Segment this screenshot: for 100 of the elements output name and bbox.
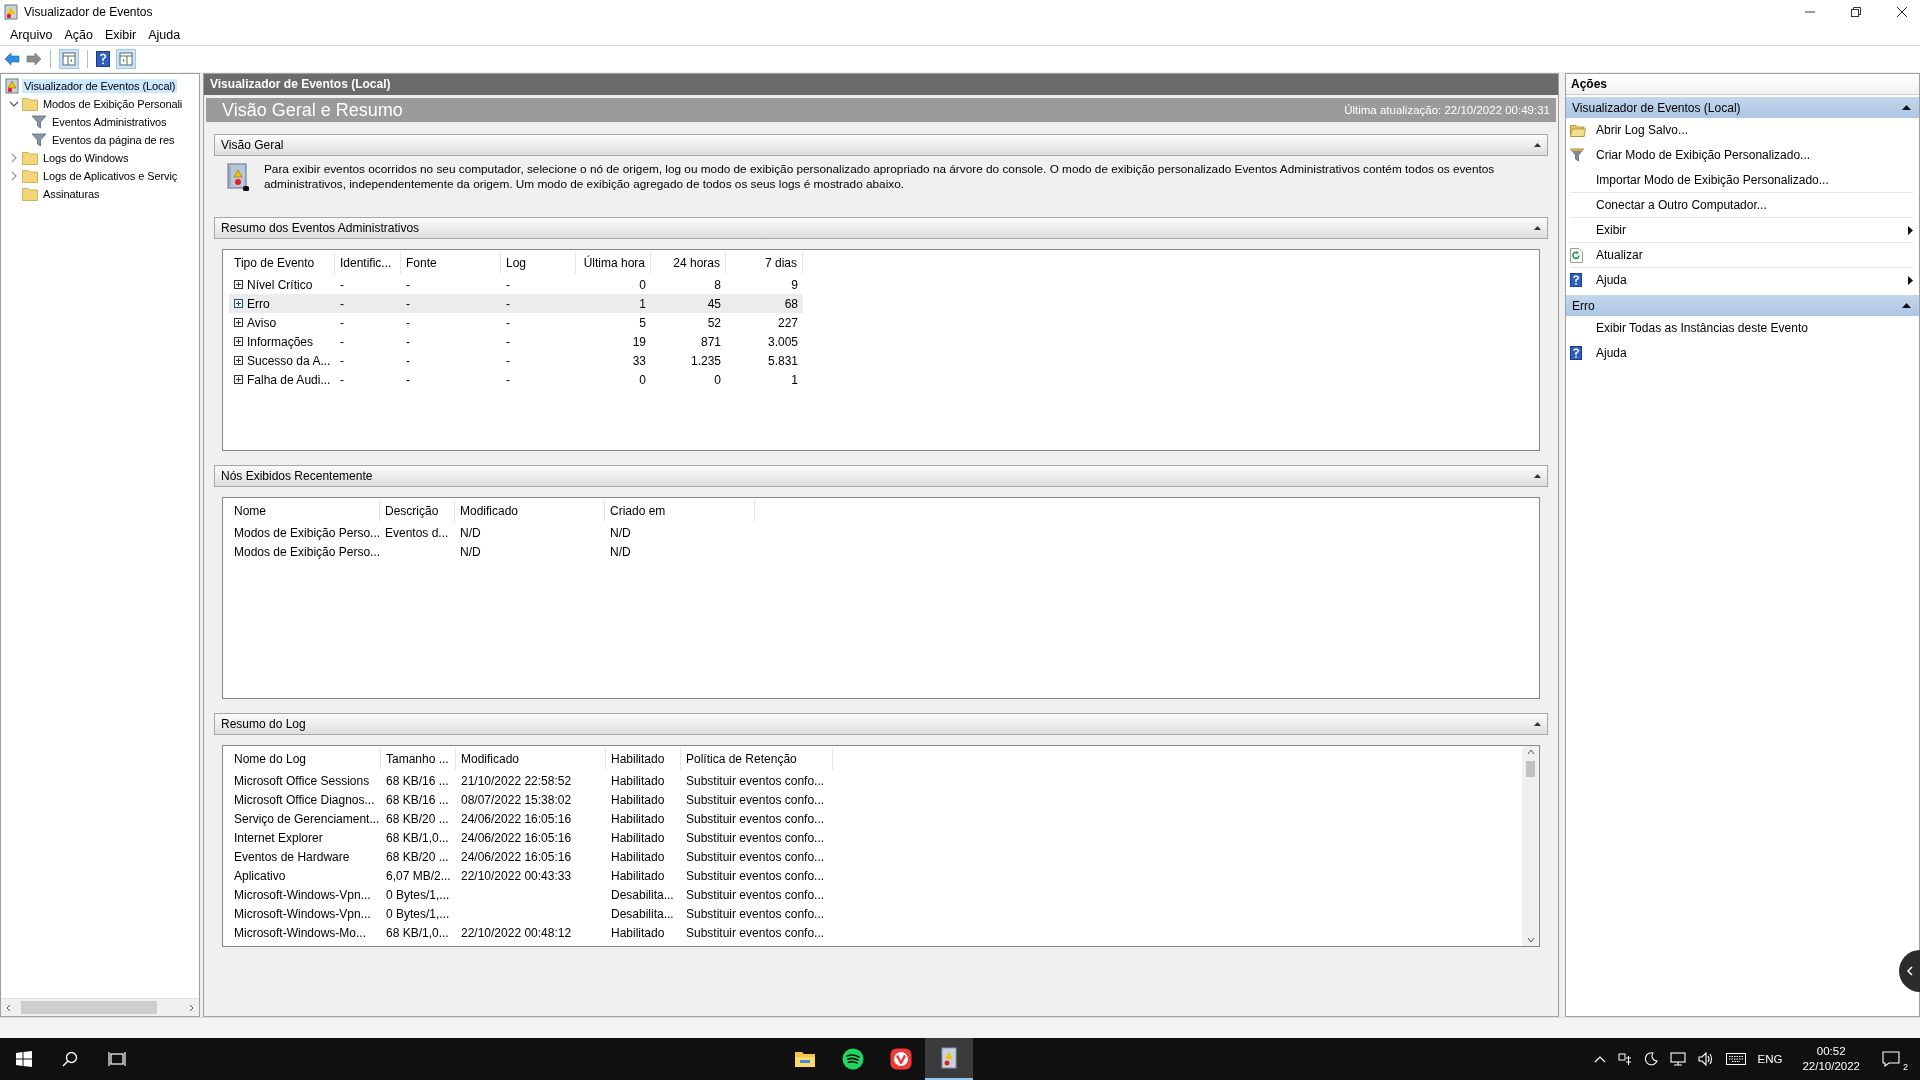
action-group-header[interactable]: Erro bbox=[1566, 295, 1919, 316]
tree-item[interactable]: Logs de Aplicativos e Serviç bbox=[41, 169, 180, 183]
expand-box-icon[interactable] bbox=[234, 318, 243, 327]
expand-box-icon[interactable] bbox=[234, 280, 243, 289]
table-cell: 68 KB/16 ... bbox=[386, 792, 449, 807]
keyboard-icon[interactable] bbox=[1725, 1053, 1746, 1065]
vertical-scrollbar[interactable] bbox=[1522, 746, 1539, 946]
collapse-icon[interactable] bbox=[1534, 226, 1541, 230]
section-header[interactable]: Nós Exibidos Recentemente bbox=[214, 465, 1548, 487]
task-view-icon[interactable] bbox=[108, 1051, 126, 1067]
scroll-right-icon[interactable] bbox=[187, 1003, 195, 1012]
collapse-icon[interactable] bbox=[1902, 105, 1911, 110]
chevron-right-icon[interactable] bbox=[9, 153, 19, 163]
table-cell: Informações bbox=[247, 334, 314, 349]
column-header[interactable]: Política de Retenção bbox=[681, 748, 833, 770]
close-icon[interactable] bbox=[1896, 6, 1908, 18]
action-item[interactable]: Ajuda bbox=[1570, 341, 1913, 366]
menu-item[interactable]: Ajuda bbox=[142, 25, 187, 44]
side-panel-handle[interactable] bbox=[1899, 950, 1920, 992]
column-header[interactable]: Última hora bbox=[576, 252, 651, 274]
column-header[interactable]: Nome do Log bbox=[229, 748, 381, 770]
column-header[interactable]: Nome bbox=[229, 500, 380, 522]
search-icon[interactable] bbox=[62, 1051, 78, 1067]
restore-icon[interactable] bbox=[1850, 6, 1862, 18]
section-header[interactable]: Resumo dos Eventos Administrativos bbox=[214, 217, 1548, 239]
table-cell: 8 bbox=[714, 277, 721, 292]
collapse-icon[interactable] bbox=[1534, 474, 1541, 478]
action-group-header[interactable]: Visualizador de Eventos (Local) bbox=[1566, 97, 1919, 118]
collapse-icon[interactable] bbox=[1534, 722, 1541, 726]
expand-box-icon[interactable] bbox=[234, 299, 243, 308]
scroll-down-icon[interactable] bbox=[1526, 937, 1535, 943]
menu-item[interactable]: Ação bbox=[58, 25, 99, 44]
chevron-right-icon[interactable] bbox=[9, 171, 19, 181]
console-tree-icon[interactable] bbox=[59, 49, 79, 69]
start-icon[interactable] bbox=[16, 1051, 32, 1067]
scroll-up-icon[interactable] bbox=[1526, 749, 1535, 755]
column-header[interactable]: Log bbox=[501, 252, 576, 274]
column-header[interactable]: Tamanho ... bbox=[381, 748, 456, 770]
column-header[interactable]: 24 horas bbox=[651, 252, 726, 274]
column-header[interactable]: Fonte bbox=[401, 252, 501, 274]
scroll-left-icon[interactable] bbox=[5, 1003, 13, 1012]
input-method-icon[interactable] bbox=[1617, 1052, 1632, 1066]
tree-item[interactable]: Eventos da página de res bbox=[50, 133, 177, 147]
collapse-icon[interactable] bbox=[1902, 303, 1911, 308]
action-item[interactable]: Exibir Todas as Instâncias deste Evento bbox=[1570, 316, 1913, 341]
table-cell: - bbox=[340, 296, 344, 311]
filter-icon bbox=[31, 114, 47, 130]
chevron-down-icon[interactable] bbox=[9, 99, 19, 109]
column-header[interactable]: Habilitado bbox=[606, 748, 681, 770]
notification-button[interactable]: 2 bbox=[1882, 1044, 1910, 1074]
tree-item[interactable]: Visualizador de Eventos (Local) bbox=[22, 79, 178, 93]
help-icon[interactable] bbox=[96, 51, 110, 67]
column-header[interactable]: Identific... bbox=[335, 252, 401, 274]
tree-item[interactable]: Modos de Exibição Personali bbox=[41, 97, 185, 111]
column-header[interactable]: Tipo de Evento bbox=[229, 252, 335, 274]
table-cell: Microsoft Office Diagnos... bbox=[234, 792, 375, 807]
tree-item[interactable]: Assinaturas bbox=[41, 187, 102, 201]
table-cell: 19 bbox=[632, 334, 646, 349]
section-header[interactable]: Visão Geral bbox=[214, 134, 1548, 156]
taskbar-app[interactable] bbox=[925, 1038, 973, 1080]
moon-icon[interactable] bbox=[1643, 1052, 1658, 1066]
action-item[interactable]: Exibir bbox=[1570, 218, 1913, 243]
menu-item[interactable]: Exibir bbox=[98, 25, 143, 44]
column-header[interactable]: 7 dias bbox=[726, 252, 803, 274]
clock[interactable]: 00:52 22/10/2022 bbox=[1802, 1044, 1860, 1074]
expand-box-icon[interactable] bbox=[234, 337, 243, 346]
network-icon[interactable] bbox=[1669, 1052, 1686, 1066]
action-item[interactable]: Criar Modo de Exibição Personalizado... bbox=[1570, 143, 1913, 168]
tree-item[interactable]: Eventos Administrativos bbox=[50, 115, 169, 129]
table-cell: 24/06/2022 16:05:16 bbox=[461, 830, 572, 845]
scroll-thumb[interactable] bbox=[1526, 761, 1535, 777]
volume-icon[interactable] bbox=[1697, 1052, 1714, 1066]
collapse-icon[interactable] bbox=[1534, 143, 1541, 147]
action-group-title: Erro bbox=[1572, 298, 1595, 313]
column-header[interactable]: Modificado bbox=[455, 500, 605, 522]
last-update-text: Última atualização: 22/10/2022 00:49:31 bbox=[1344, 104, 1550, 116]
notification-icon bbox=[1882, 1051, 1900, 1067]
action-pane-icon[interactable] bbox=[116, 49, 136, 69]
browser-app-icon bbox=[890, 1048, 912, 1070]
column-header[interactable]: Descrição bbox=[380, 500, 455, 522]
chevron-up-icon[interactable] bbox=[1593, 1055, 1606, 1063]
back-arrow-icon[interactable] bbox=[4, 52, 20, 66]
language-indicator[interactable]: ENG bbox=[1757, 1053, 1783, 1065]
expand-box-icon[interactable] bbox=[234, 356, 243, 365]
column-header[interactable]: Criado em bbox=[605, 500, 755, 522]
action-item[interactable]: Importar Modo de Exibição Personalizado... bbox=[1570, 168, 1913, 193]
forward-arrow-icon[interactable] bbox=[26, 52, 42, 66]
table-cell: Serviço de Gerenciament... bbox=[234, 811, 380, 826]
action-item[interactable]: Abrir Log Salvo... bbox=[1570, 118, 1913, 143]
action-item[interactable]: Atualizar bbox=[1570, 243, 1913, 268]
column-header[interactable]: Modificado bbox=[456, 748, 606, 770]
horizontal-scrollbar[interactable] bbox=[1, 998, 199, 1016]
section-header[interactable]: Resumo do Log bbox=[214, 713, 1548, 735]
scroll-thumb[interactable] bbox=[21, 1001, 157, 1014]
action-item[interactable]: Conectar a Outro Computador... bbox=[1570, 193, 1913, 218]
menu-item[interactable]: Arquivo bbox=[4, 25, 59, 44]
expand-box-icon[interactable] bbox=[234, 375, 243, 384]
action-item[interactable]: Ajuda bbox=[1570, 268, 1913, 293]
tree-item[interactable]: Logs do Windows bbox=[41, 151, 131, 165]
table-cell: - bbox=[506, 372, 510, 387]
